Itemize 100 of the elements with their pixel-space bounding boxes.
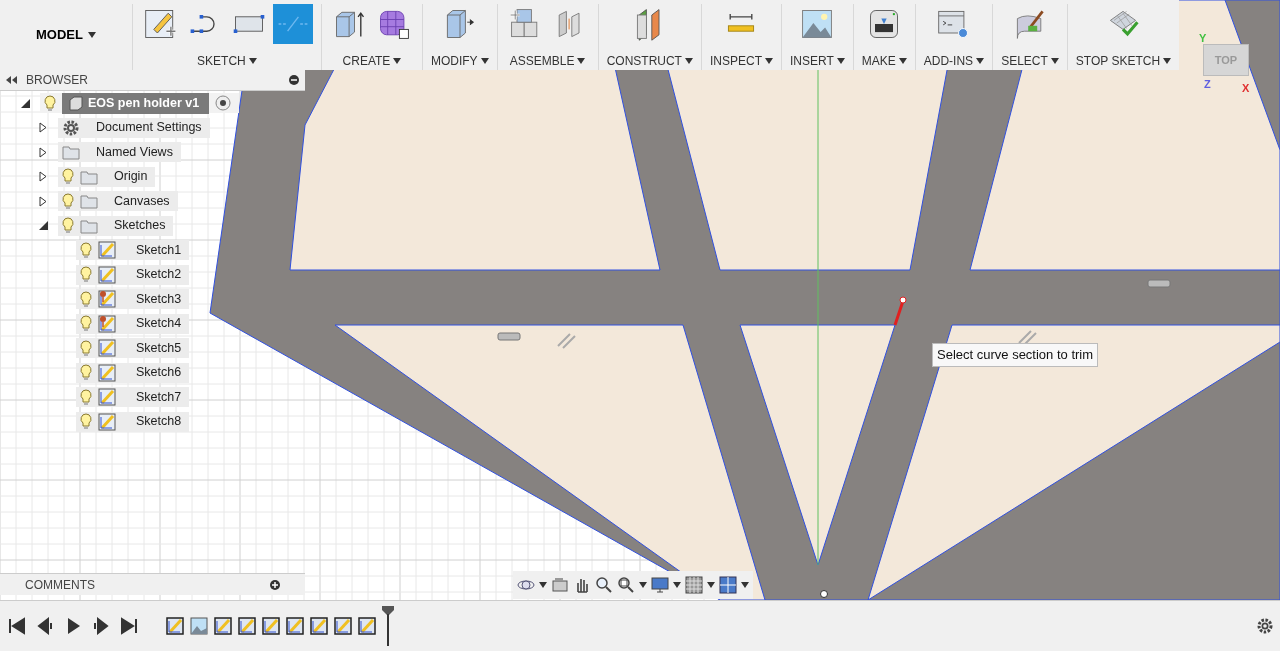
toolbar-menu[interactable]: ADD-INS [923,52,985,70]
axis-label: X [1242,81,1250,96]
toolbar-menu[interactable]: INSERT [789,52,845,70]
tree-item[interactable]: Sketch3 [76,289,190,310]
skip-start-icon[interactable] [8,617,26,635]
tree-item[interactable]: Sketch1 [76,240,190,261]
sketch-feature-icon[interactable] [334,617,352,635]
tree-item[interactable]: Sketches [58,215,174,236]
sketch-feature-icon[interactable] [358,617,376,635]
viewports-icon[interactable] [719,576,737,594]
lightbulb-icon[interactable] [80,241,92,259]
item-label: Sketch6 [136,364,182,382]
caret-icon [976,58,985,64]
item-label: Canvases [114,192,170,210]
toolbar-menu[interactable]: CONSTRUCT [606,52,693,70]
tree-item[interactable]: Origin [58,166,156,187]
sketch-feature-icon[interactable] [166,617,184,635]
item-label: Origin [114,168,148,186]
caret-icon [1163,58,1172,64]
image-feature-icon[interactable] [190,617,208,635]
tree-item[interactable]: Sketch6 [76,362,190,383]
lightbulb-icon[interactable] [80,290,92,308]
lightbulb-icon[interactable] [62,192,74,210]
parallel-icon [557,333,576,349]
toolbar-menu[interactable]: MODIFY [430,52,489,70]
sketch-feature-icon[interactable] [238,617,256,635]
caret-icon [393,58,402,64]
item-label: Sketches [114,217,166,235]
item-label: Sketch2 [136,266,182,284]
toolbar-menu[interactable]: MAKE [861,52,907,70]
lightbulb-icon[interactable] [80,364,92,382]
caret-icon [577,58,586,64]
lightbulb-icon[interactable] [80,413,92,431]
monitor-icon[interactable] [651,576,669,594]
step-forward-icon[interactable] [92,617,110,635]
item-label: Named Views [96,143,173,161]
constraint-icon [1147,279,1171,288]
tree-item[interactable]: Sketch5 [76,338,190,359]
sketch-feature-icon[interactable] [262,617,280,635]
tree-item[interactable]: Sketch8 [76,411,190,432]
sketch-feature-icon[interactable] [214,617,232,635]
tree-item[interactable]: Sketch2 [76,264,190,285]
caret-icon [684,58,693,64]
item-label: Sketch7 [136,388,182,406]
minimize-icon[interactable] [289,75,299,85]
caret-icon [764,58,773,64]
lightbulb-icon[interactable] [62,168,74,186]
tooltip: Select curve section to trim [932,343,1099,367]
caret-icon [1050,58,1059,64]
lightbulb-icon[interactable] [80,266,92,284]
toolbar-menu[interactable]: INSPECT [709,52,773,70]
zoom-icon[interactable] [595,576,613,594]
caret-icon[interactable] [639,582,647,588]
caret-icon [480,58,489,64]
radio-icon[interactable] [215,95,232,112]
toolbar-menu[interactable]: SELECT [1001,52,1059,70]
folder-icon [62,144,80,161]
caret-icon [248,58,257,64]
lightbulb-icon[interactable] [80,315,92,333]
caret-icon[interactable] [673,582,681,588]
tree-item[interactable]: Sketch7 [76,387,190,408]
caret-icon[interactable] [539,582,547,588]
toolbar-menu[interactable]: CREATE [342,52,402,70]
tree-item[interactable]: Named Views [58,142,181,163]
sketch-feature-icon[interactable] [310,617,328,635]
axis-label: Z [1204,77,1211,92]
panel-title: COMMENTS [25,576,95,594]
skip-end-icon[interactable] [120,617,138,635]
trim-highlight [893,296,907,326]
sketch-point [820,590,828,598]
item-label: Sketch4 [136,315,182,333]
lightbulb-icon[interactable] [62,217,74,235]
caret-icon[interactable] [741,582,749,588]
lightbulb-icon[interactable] [44,94,56,112]
toolbar-menu[interactable]: SKETCH [197,52,257,70]
toolbar-menu[interactable]: ASSEMBLE [509,52,586,70]
caret-icon [87,32,96,38]
caret-icon [898,58,907,64]
cube-icon [68,94,84,111]
lightbulb-icon[interactable] [80,388,92,406]
panel-title: BROWSER [26,72,88,89]
toolbar-menu[interactable]: STOP SKETCH [1075,52,1172,70]
folder-icon [80,168,98,185]
add-icon[interactable] [270,579,280,590]
timeline-marker-icon[interactable] [382,606,394,646]
tree-item[interactable]: Document Settings [58,117,210,138]
item-label: Sketch5 [136,339,182,357]
zoom-window-icon[interactable] [617,576,635,594]
caret-icon[interactable] [707,582,715,588]
caret-icon [836,58,845,64]
item-label: Sketch3 [136,290,182,308]
settings-icon[interactable] [1256,617,1274,635]
sketch-feature-icon[interactable] [286,617,304,635]
lightbulb-icon[interactable] [80,339,92,357]
collapse-icon[interactable] [6,76,18,84]
workspace-dropdown[interactable]: MODEL [8,4,124,66]
tree-item[interactable]: Sketch4 [76,313,190,334]
tree-item[interactable]: Canvases [58,191,178,212]
item-label: Document Settings [96,119,202,137]
step-back-icon[interactable] [36,617,54,635]
